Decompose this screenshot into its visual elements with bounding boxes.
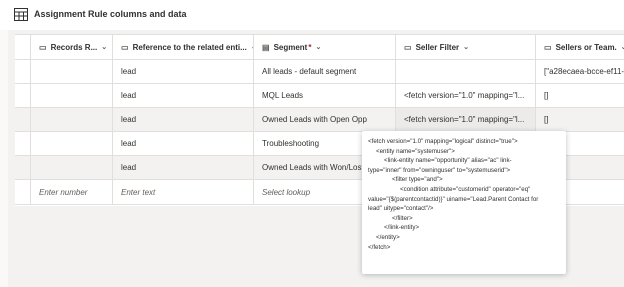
cell-segment[interactable]: Owned Leads with Open Opp	[254, 108, 396, 131]
column-header-records[interactable]: ▭ Records R... ⌄	[31, 35, 113, 59]
column-header-label: Seller Filter	[415, 42, 460, 52]
cell-sellers[interactable]: ["a28ecaea-bcce-ef11-b	[536, 60, 624, 83]
table-row[interactable]: lead All leads - default segment ["a28ec…	[15, 60, 624, 84]
title-bar: Assignment Rule columns and data	[0, 0, 624, 30]
reference-input[interactable]: Enter text	[113, 180, 254, 204]
tooltip-line: <condition attribute="customerid" operat…	[400, 185, 531, 193]
cell-reference[interactable]: lead	[113, 156, 254, 179]
column-header-label: Segment	[273, 42, 308, 52]
tooltip-line: <filter type="and">	[392, 176, 443, 184]
row-selector[interactable]	[15, 60, 31, 83]
tooltip-line: lead" uitype="contact"/>	[368, 205, 434, 213]
cell-records[interactable]	[31, 132, 113, 155]
tooltip-line: <entity name="systemuser">	[376, 147, 455, 155]
cell-reference[interactable]: lead	[113, 60, 254, 83]
text-field-icon: ▭	[544, 42, 552, 52]
chevron-down-icon[interactable]: ⌄	[463, 43, 469, 51]
seller-filter-tooltip: <fetch version="1.0" mapping="logical" d…	[362, 131, 566, 274]
text-field-icon: ▭	[404, 42, 412, 52]
text-field-icon: ▭	[39, 42, 47, 52]
chevron-down-icon[interactable]: ⌄	[315, 43, 321, 51]
cell-records[interactable]	[31, 156, 113, 179]
cell-reference[interactable]: lead	[113, 84, 254, 107]
records-input[interactable]: Enter number	[31, 180, 113, 204]
row-selector[interactable]	[15, 132, 31, 155]
cell-seller-filter[interactable]: <fetch version="1.0" mapping="l...	[396, 84, 536, 107]
tooltip-line: <fetch version="1.0" mapping="logical" d…	[368, 138, 518, 145]
tooltip-line: </filter>	[392, 214, 413, 222]
cell-reference[interactable]: lead	[113, 132, 254, 155]
cell-seller-filter[interactable]	[396, 60, 536, 83]
required-marker: *	[308, 42, 312, 52]
tooltip-line: value="{$(parentcontactid)}" uiname="Lea…	[368, 195, 539, 203]
table-row[interactable]: lead Owned Leads with Open Opp <fetch ve…	[15, 108, 624, 132]
row-selector-header[interactable]	[15, 35, 31, 59]
cell-segment[interactable]: All leads - default segment	[254, 60, 396, 83]
cell-records[interactable]	[31, 108, 113, 131]
tooltip-line: </link-entity>	[384, 224, 420, 232]
row-selector[interactable]	[15, 84, 31, 107]
table-row[interactable]: lead MQL Leads <fetch version="1.0" mapp…	[15, 84, 624, 108]
header-row: ▭ Records R... ⌄ ▭ Reference to the rela…	[15, 35, 624, 60]
cell-sellers[interactable]: []	[536, 108, 624, 131]
cell-seller-filter[interactable]: <fetch version="1.0" mapping="l...	[396, 108, 536, 131]
cell-segment[interactable]: MQL Leads	[254, 84, 396, 107]
cell-reference[interactable]: lead	[113, 108, 254, 131]
cell-records[interactable]	[31, 84, 113, 107]
column-header-sellers[interactable]: ▭ Sellers or Team. ⌄	[536, 35, 624, 59]
column-header-label: Records R...	[50, 42, 98, 52]
tooltip-line: <link-entity name="opportunity" alias="a…	[384, 157, 512, 165]
column-header-label: Reference to the related enti...	[132, 42, 247, 52]
cell-records[interactable]	[31, 60, 113, 83]
column-header-segment[interactable]: ▤ Segment * ⌄	[254, 35, 396, 59]
text-field-icon: ▭	[121, 42, 129, 52]
row-selector[interactable]	[15, 156, 31, 179]
table-icon	[14, 8, 28, 21]
page-title: Assignment Rule columns and data	[34, 9, 187, 19]
tooltip-line: </entity>	[376, 233, 400, 241]
column-header-seller-filter[interactable]: ▭ Seller Filter ⌄	[396, 35, 536, 59]
chevron-down-icon[interactable]: ⌄	[101, 43, 107, 51]
cell-sellers[interactable]: []	[536, 84, 624, 107]
tooltip-line: </fetch>	[368, 243, 391, 251]
row-selector[interactable]	[15, 108, 31, 131]
column-header-reference[interactable]: ▭ Reference to the related enti... ⌄	[113, 35, 254, 59]
column-header-label: Sellers or Team.	[555, 42, 617, 52]
tooltip-line: type="inner" from="owninguser" to="syste…	[368, 166, 511, 174]
lookup-icon: ▤	[262, 42, 270, 52]
row-selector[interactable]	[15, 180, 31, 204]
